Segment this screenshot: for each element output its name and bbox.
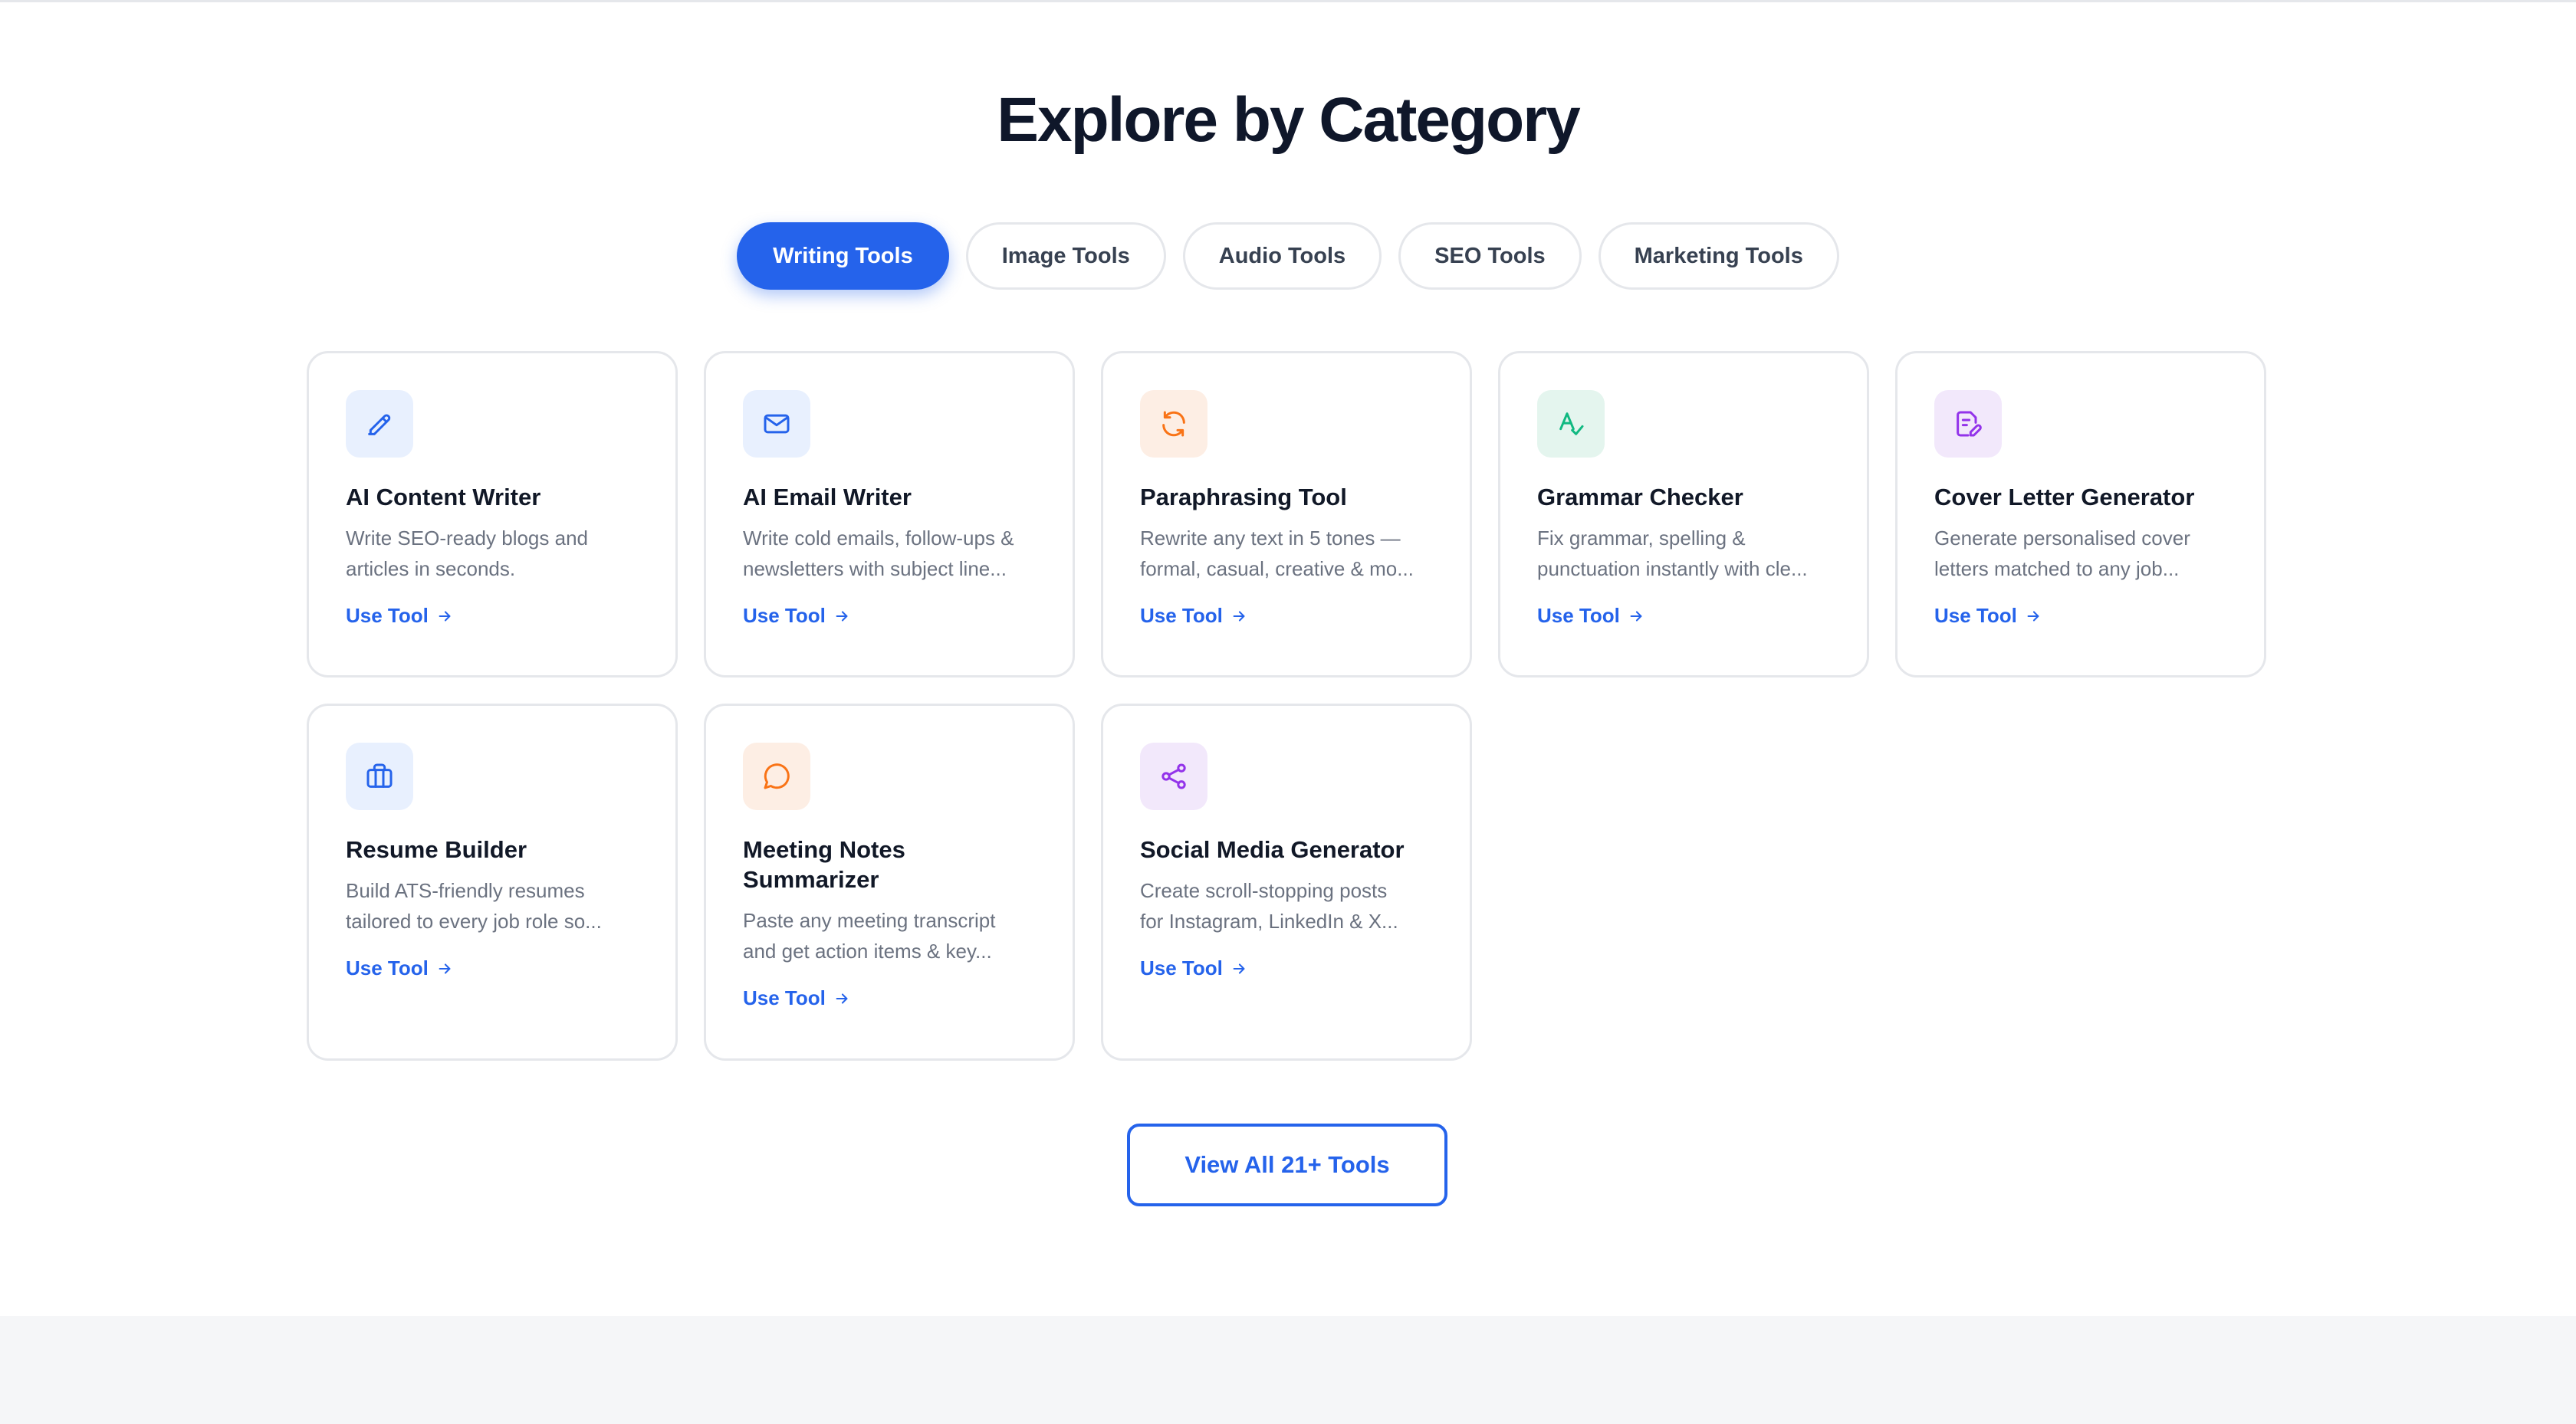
- description-line: and get action items & key...: [743, 940, 992, 963]
- arrow-right-icon: [439, 963, 451, 974]
- use-tool-link[interactable]: Use Tool: [1140, 956, 1433, 980]
- use-tool-link[interactable]: Use Tool: [1140, 604, 1433, 628]
- card-description: Fix grammar, spelling & punctuation inst…: [1537, 523, 1830, 584]
- refresh-icon: [1140, 390, 1208, 458]
- card-description: Create scroll-stopping posts for Instagr…: [1140, 875, 1433, 937]
- section-title: Explore by Category: [997, 85, 1580, 155]
- use-tool-label: Use Tool: [1140, 604, 1223, 627]
- description-line: Build ATS-friendly resumes: [346, 879, 585, 902]
- use-tool-link[interactable]: Use Tool: [743, 986, 1036, 1010]
- card-description: Paste any meeting transcript and get act…: [743, 905, 1036, 966]
- category-tabs: Writing Tools Image Tools Audio Tools SE…: [0, 222, 2576, 290]
- tools-grid: AI Content Writer Write SEO-ready blogs …: [307, 351, 2269, 1061]
- card-description: Rewrite any text in 5 tones — formal, ca…: [1140, 523, 1433, 584]
- use-tool-link[interactable]: Use Tool: [743, 604, 1036, 628]
- card-title: Social Media Generator: [1140, 836, 1405, 863]
- arrow-right-icon: [836, 610, 848, 622]
- description-line: newsletters with subject line...: [743, 557, 1007, 580]
- use-tool-label: Use Tool: [743, 986, 826, 1009]
- arrow-right-icon: [1233, 963, 1245, 974]
- description-line: Create scroll-stopping posts: [1140, 879, 1388, 902]
- top-divider: [0, 0, 2576, 2]
- tool-card-ai-content-writer[interactable]: AI Content Writer Write SEO-ready blogs …: [307, 351, 678, 678]
- use-tool-link[interactable]: Use Tool: [346, 956, 639, 980]
- description-line: Paste any meeting transcript: [743, 909, 996, 932]
- title-line: Summarizer: [743, 866, 879, 893]
- mail-icon: [743, 390, 810, 458]
- use-tool-link[interactable]: Use Tool: [1934, 604, 2227, 628]
- use-tool-label: Use Tool: [346, 604, 429, 627]
- tool-card-meeting-notes-summarizer[interactable]: Meeting Notes Summarizer Paste any meeti…: [704, 704, 1075, 1061]
- tab-image-tools[interactable]: Image Tools: [965, 222, 1166, 290]
- card-title: Meeting Notes Summarizer: [743, 835, 1036, 894]
- card-title: Paraphrasing Tool: [1140, 484, 1347, 510]
- use-tool-label: Use Tool: [1140, 956, 1223, 979]
- tab-marketing-tools[interactable]: Marketing Tools: [1598, 222, 1839, 290]
- description-line: articles in seconds.: [346, 557, 516, 580]
- use-tool-label: Use Tool: [1537, 604, 1620, 627]
- description-line: Write cold emails, follow-ups &: [743, 527, 1014, 550]
- arrow-right-icon: [1630, 610, 1642, 622]
- description-line: formal, casual, creative & mo...: [1140, 557, 1414, 580]
- tool-card-ai-email-writer[interactable]: AI Email Writer Write cold emails, follo…: [704, 351, 1075, 678]
- pencil-icon: [346, 390, 413, 458]
- description-line: Generate personalised cover: [1934, 527, 2190, 550]
- title-line: Meeting Notes: [743, 836, 905, 863]
- tool-card-resume-builder[interactable]: Resume Builder Build ATS-friendly resume…: [307, 704, 678, 1061]
- card-title: Grammar Checker: [1537, 484, 1743, 510]
- use-tool-link[interactable]: Use Tool: [346, 604, 639, 628]
- card-description: Generate personalised cover letters matc…: [1934, 523, 2227, 584]
- use-tool-label: Use Tool: [1934, 604, 2017, 627]
- description-line: punctuation instantly with cle...: [1537, 557, 1808, 580]
- card-title: Resume Builder: [346, 836, 527, 863]
- description-line: Write SEO-ready blogs and: [346, 527, 588, 550]
- tool-card-social-media-generator[interactable]: Social Media Generator Create scroll-sto…: [1101, 704, 1472, 1061]
- footer-band: [0, 1316, 2576, 1424]
- description-line: for Instagram, LinkedIn & X...: [1140, 910, 1398, 933]
- card-description: Write SEO-ready blogs and articles in se…: [346, 523, 639, 584]
- card-title: AI Email Writer: [743, 484, 912, 510]
- document-edit-icon: [1934, 390, 2002, 458]
- page: Explore by Category Writing Tools Image …: [0, 0, 2576, 1424]
- share-icon: [1140, 743, 1208, 810]
- arrow-right-icon: [1233, 610, 1245, 622]
- card-title: AI Content Writer: [346, 484, 541, 510]
- card-title: Cover Letter Generator: [1934, 484, 2195, 510]
- tab-audio-tools[interactable]: Audio Tools: [1182, 222, 1382, 290]
- view-all-tools-button[interactable]: View All 21+ Tools: [1127, 1124, 1447, 1206]
- description-line: letters matched to any job...: [1934, 557, 2180, 580]
- description-line: tailored to every job role so...: [346, 910, 602, 933]
- arrow-right-icon: [2027, 610, 2039, 622]
- tool-card-paraphrasing-tool[interactable]: Paraphrasing Tool Rewrite any text in 5 …: [1101, 351, 1472, 678]
- card-description: Write cold emails, follow-ups & newslett…: [743, 523, 1036, 584]
- tool-card-cover-letter-generator[interactable]: Cover Letter Generator Generate personal…: [1895, 351, 2266, 678]
- tab-writing-tools[interactable]: Writing Tools: [737, 222, 949, 290]
- tool-card-grammar-checker[interactable]: Grammar Checker Fix grammar, spelling & …: [1498, 351, 1869, 678]
- use-tool-link[interactable]: Use Tool: [1537, 604, 1830, 628]
- arrow-right-icon: [439, 610, 451, 622]
- tab-seo-tools[interactable]: SEO Tools: [1398, 222, 1582, 290]
- arrow-right-icon: [836, 993, 848, 1004]
- briefcase-icon: [346, 743, 413, 810]
- use-tool-label: Use Tool: [743, 604, 826, 627]
- chat-bubble-icon: [743, 743, 810, 810]
- description-line: Fix grammar, spelling &: [1537, 527, 1746, 550]
- spell-check-icon: [1537, 390, 1605, 458]
- description-line: Rewrite any text in 5 tones —: [1140, 527, 1401, 550]
- use-tool-label: Use Tool: [346, 956, 429, 979]
- card-description: Build ATS-friendly resumes tailored to e…: [346, 875, 639, 937]
